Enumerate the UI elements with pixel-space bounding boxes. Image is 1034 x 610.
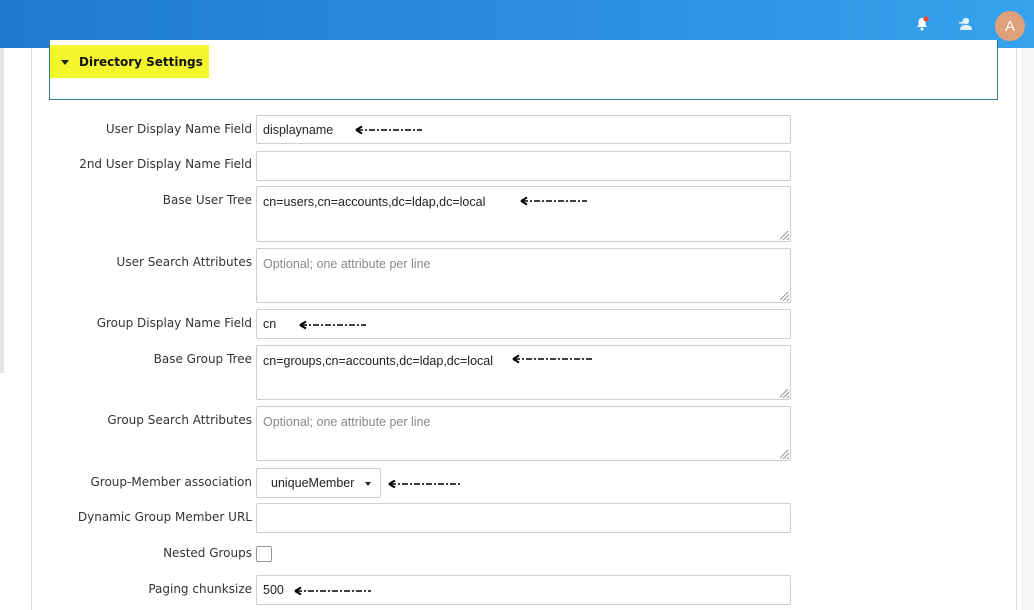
group-search-attributes-label: Group Search Attributes (107, 413, 252, 427)
user-display-name-label: User Display Name Field (105, 122, 252, 136)
group-search-attributes-placeholder: Optional; one attribute per line (263, 415, 431, 429)
notifications-button[interactable] (910, 12, 934, 36)
dynamic-group-member-url-input[interactable] (256, 503, 791, 533)
dropdown-caret-icon (365, 482, 371, 486)
user-search-attributes-placeholder: Optional; one attribute per line (263, 257, 431, 271)
annotation-arrow-icon (293, 586, 373, 596)
resize-handle-icon[interactable] (780, 231, 789, 240)
second-user-display-name-label: 2nd User Display Name Field (79, 157, 252, 171)
annotation-arrow-icon (511, 354, 595, 364)
user-switch-icon (959, 17, 972, 30)
user-search-attributes-textarea[interactable]: Optional; one attribute per line (256, 248, 791, 303)
annotation-arrow-icon (519, 196, 589, 206)
dynamic-group-member-url-label: Dynamic Group Member URL (77, 510, 252, 524)
directory-settings-toggle[interactable]: Directory Settings (50, 45, 209, 78)
bell-alert-icon (917, 16, 929, 31)
base-user-tree-label: Base User Tree (162, 193, 252, 207)
user-switch-button[interactable] (954, 12, 978, 36)
annotation-arrow-icon (354, 125, 424, 135)
resize-handle-icon[interactable] (780, 389, 789, 398)
group-search-attributes-textarea[interactable]: Optional; one attribute per line (256, 406, 791, 461)
group-display-name-value: cn (263, 317, 277, 331)
annotation-arrow-icon (298, 320, 368, 330)
scrollbar-track[interactable] (1021, 48, 1034, 610)
group-display-name-label: Group Display Name Field (96, 316, 252, 330)
avatar[interactable]: A (995, 11, 1025, 41)
group-member-association-value: uniqueMember (271, 476, 355, 490)
resize-handle-icon[interactable] (780, 292, 789, 301)
base-user-tree-textarea[interactable]: cn=users,cn=accounts,dc=ldap,dc=local (256, 186, 791, 242)
group-member-association-select[interactable]: uniqueMember (256, 468, 381, 498)
left-rail (0, 48, 4, 373)
user-display-name-value: displayname (263, 122, 334, 137)
resize-handle-icon[interactable] (780, 450, 789, 459)
second-user-display-name-input[interactable] (256, 151, 791, 181)
user-display-name-input[interactable]: displayname (256, 115, 791, 144)
base-group-tree-value: cn=groups,cn=accounts,dc=ldap,dc=local (263, 354, 494, 368)
group-member-association-label: Group-Member association (90, 475, 252, 489)
base-group-tree-label: Base Group Tree (153, 352, 252, 366)
nested-groups-label: Nested Groups (163, 546, 252, 560)
base-user-tree-value: cn=users,cn=accounts,dc=ldap,dc=local (263, 195, 486, 209)
caret-down-icon (61, 60, 69, 65)
content-border-left (31, 48, 32, 610)
user-search-attributes-label: User Search Attributes (116, 255, 252, 269)
content-border-right (1016, 48, 1017, 610)
section-title: Directory Settings (79, 54, 203, 69)
nested-groups-checkbox[interactable] (256, 546, 272, 562)
paging-chunksize-label: Paging chunksize (148, 582, 252, 596)
paging-chunksize-value: 500 (263, 583, 284, 597)
annotation-arrow-icon (387, 479, 463, 489)
